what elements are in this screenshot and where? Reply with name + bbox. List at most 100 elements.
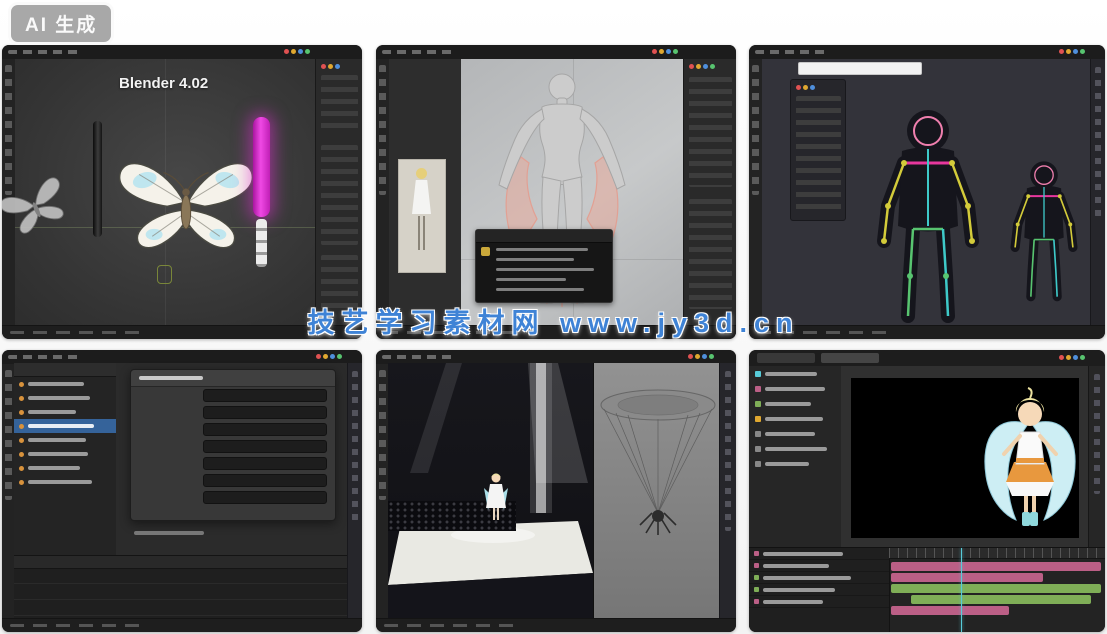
right-sidebar-strip[interactable]: [719, 363, 736, 619]
viewport-wireframe-dish[interactable]: [593, 363, 720, 619]
outliner-header[interactable]: [14, 363, 116, 377]
dialog-row[interactable]: [131, 421, 335, 438]
menu-bar[interactable]: [376, 45, 736, 60]
menu-item[interactable]: [496, 248, 588, 251]
layer-row[interactable]: [749, 441, 841, 456]
property-rows-2[interactable]: [689, 199, 732, 309]
menu-item[interactable]: [496, 288, 584, 291]
layer-list-panel[interactable]: [749, 366, 842, 548]
dialog-input[interactable]: [203, 491, 327, 504]
outliner-row[interactable]: [14, 433, 116, 447]
properties-tab-icons[interactable]: [796, 85, 815, 90]
magenta-saber-blade-object[interactable]: [253, 117, 270, 217]
editor-area[interactable]: [116, 363, 348, 555]
butterfly-model[interactable]: [111, 141, 261, 266]
viewport-3d[interactable]: [461, 59, 684, 326]
context-menu-popup[interactable]: [475, 229, 613, 303]
dialog-row[interactable]: [131, 489, 335, 506]
editor-type-icons[interactable]: [652, 49, 678, 54]
property-rows[interactable]: [689, 77, 732, 187]
menu-bar[interactable]: [2, 45, 362, 60]
timeline-clip-pink[interactable]: [891, 606, 1009, 615]
editor-type-icons[interactable]: [1059, 49, 1085, 54]
timeline-layer-row[interactable]: [749, 584, 889, 596]
right-sidebar-strip[interactable]: [1090, 59, 1105, 326]
menu-items[interactable]: [8, 355, 80, 359]
layer-row[interactable]: [749, 381, 841, 396]
menu-items[interactable]: [755, 50, 827, 54]
outliner-rows[interactable]: [321, 75, 358, 135]
menu-item[interactable]: [496, 268, 594, 271]
viewport-3d[interactable]: [762, 59, 1091, 326]
menu-bar[interactable]: [749, 45, 1105, 60]
window-icons[interactable]: [1059, 355, 1085, 360]
operator-dialog[interactable]: [130, 369, 336, 521]
timeline-clip-pink[interactable]: [891, 573, 1043, 582]
dialog-row[interactable]: [131, 438, 335, 455]
reference-image-board[interactable]: [389, 59, 462, 326]
timeline-tracks[interactable]: [14, 568, 348, 619]
timeline-layer-row[interactable]: [749, 548, 889, 560]
timeline-layer-names[interactable]: [749, 548, 890, 632]
dialog-row[interactable]: [131, 387, 335, 404]
outliner-row[interactable]: [14, 377, 116, 391]
properties-panel[interactable]: [683, 59, 736, 326]
dialog-input[interactable]: [203, 457, 327, 470]
dialog-dropdown[interactable]: [203, 474, 327, 487]
properties-tab-icons[interactable]: [689, 64, 715, 69]
dialog-title-bar[interactable]: [131, 370, 335, 387]
timeline-layer-row[interactable]: [749, 596, 889, 608]
reference-image-thumbnail[interactable]: [398, 159, 446, 273]
editor-type-icons[interactable]: [688, 354, 714, 359]
composition-viewer[interactable]: [851, 378, 1079, 538]
tab-bar[interactable]: [749, 350, 1105, 367]
layer-row[interactable]: [749, 411, 841, 426]
dialog-input[interactable]: [203, 423, 327, 436]
rigged-figure-small[interactable]: [998, 151, 1090, 311]
layer-row[interactable]: [749, 366, 841, 381]
dialog-row[interactable]: [131, 472, 335, 489]
dialog-input[interactable]: [203, 440, 327, 453]
timeline-layer-row[interactable]: [749, 560, 889, 572]
dialog-input[interactable]: [203, 389, 327, 402]
stage-character[interactable]: [476, 467, 516, 529]
menu-item[interactable]: [496, 278, 566, 281]
menu-items[interactable]: [8, 50, 80, 54]
outliner-row[interactable]: [14, 405, 116, 419]
outliner-panel[interactable]: [14, 363, 117, 555]
right-sidebar-strip[interactable]: [1088, 366, 1105, 548]
outliner-row[interactable]: [14, 461, 116, 475]
outliner-row[interactable]: [14, 475, 116, 489]
timeline-layer-row[interactable]: [749, 572, 889, 584]
viewport-render-stage[interactable]: [388, 363, 593, 619]
menu-item[interactable]: [496, 258, 574, 261]
tab-project[interactable]: [757, 353, 815, 363]
search-input[interactable]: [798, 62, 922, 75]
timeline-clip-pink[interactable]: [891, 562, 1101, 571]
editor-type-icons[interactable]: [284, 49, 310, 54]
dialog-input[interactable]: [203, 406, 327, 419]
saber-handle-object[interactable]: [256, 219, 267, 267]
properties-panel[interactable]: [315, 59, 362, 326]
menu-items[interactable]: [382, 50, 454, 54]
outliner-row[interactable]: [14, 391, 116, 405]
menu-items[interactable]: [382, 355, 454, 359]
timeline-clip-green[interactable]: [911, 595, 1091, 604]
timeline-panel[interactable]: [14, 555, 348, 619]
property-rows[interactable]: [796, 96, 841, 211]
dialog-row[interactable]: [131, 455, 335, 472]
outliner-row[interactable]: [14, 447, 116, 461]
rigged-figure-large[interactable]: [858, 101, 998, 331]
floating-properties-panel[interactable]: [790, 79, 846, 221]
editor-type-icons[interactable]: [316, 354, 342, 359]
layer-row[interactable]: [749, 456, 841, 471]
layer-row[interactable]: [749, 396, 841, 411]
tool-shelf[interactable]: [749, 59, 763, 326]
property-rows[interactable]: [321, 145, 358, 245]
layer-row[interactable]: [749, 426, 841, 441]
properties-tab-icons[interactable]: [321, 64, 340, 69]
timeline-clip-green[interactable]: [891, 584, 1101, 593]
dark-rod-object[interactable]: [93, 121, 102, 237]
tab-composition[interactable]: [821, 353, 879, 363]
tool-shelf[interactable]: [376, 59, 390, 326]
